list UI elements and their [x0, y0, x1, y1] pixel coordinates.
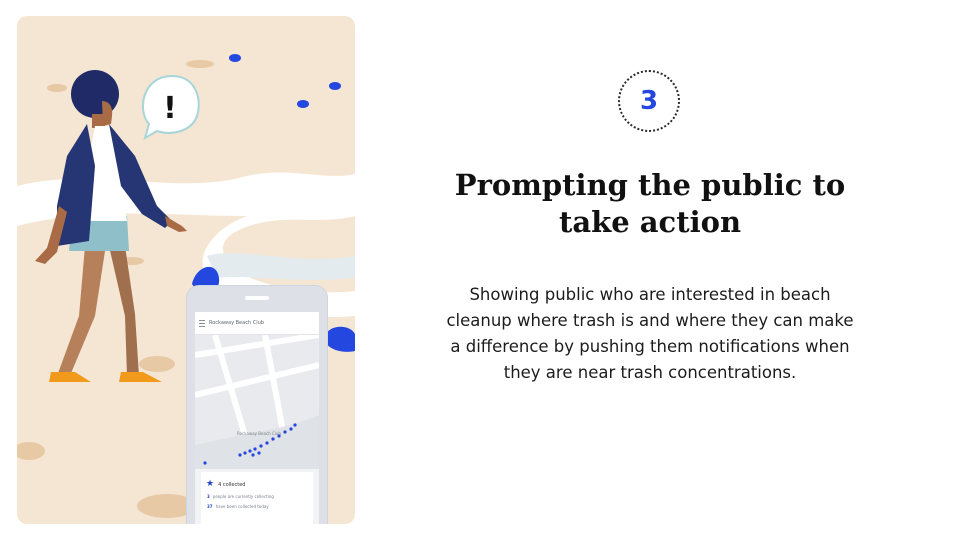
map-view: Rockaway Beach Club	[195, 335, 319, 469]
star-icon: ★	[206, 479, 215, 489]
description-line-2: cleanup where trash is and where they ca…	[446, 311, 854, 330]
description-line-3: a difference by pushing them notificatio…	[450, 337, 850, 356]
beach-illustration: ! Rockaway Beach Club Rockaway Beach Clu…	[17, 16, 355, 524]
description-line-4: they are near trash concentrations.	[503, 363, 797, 382]
collected-card: ★ 4 collected 3 people are currently col…	[201, 472, 313, 524]
step-badge: 3	[618, 70, 680, 132]
app-bar: Rockaway Beach Club	[195, 312, 319, 335]
heading-line-2: take action	[558, 205, 742, 239]
phone-mockup: Rockaway Beach Club Rockaway Beach Club	[187, 286, 327, 524]
stat-collected-text: have been collected today	[215, 504, 269, 509]
collected-count: 4 collected	[218, 481, 246, 488]
menu-icon	[199, 319, 205, 327]
section-description: Showing public who are interested in bea…	[405, 282, 895, 386]
map-graphic: Rockaway Beach Club	[195, 335, 319, 469]
app-title: Rockaway Beach Club	[209, 320, 264, 326]
stat-people-number: 3	[207, 494, 210, 499]
stat-people: 3 people are currently collecting	[201, 494, 313, 499]
phone-screen: Rockaway Beach Club Rockaway Beach Club	[195, 312, 319, 524]
description-line-1: Showing public who are interested in bea…	[469, 285, 831, 304]
heading-line-1: Prompting the public to	[454, 168, 846, 202]
map-label: Rockaway Beach Club	[237, 431, 281, 436]
step-number: 3	[639, 86, 659, 116]
section-heading: Prompting the public to take action	[400, 167, 900, 241]
phone-speaker	[245, 296, 269, 300]
stat-people-text: people are currently collecting	[212, 494, 274, 499]
stat-collected: 37 have been collected today	[201, 504, 313, 509]
svg-text:!: !	[163, 91, 177, 126]
stat-collected-number: 37	[207, 504, 213, 509]
